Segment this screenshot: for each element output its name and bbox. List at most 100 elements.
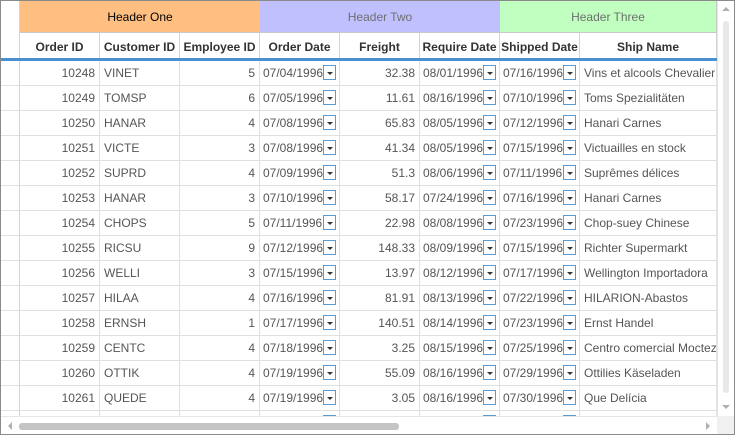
- dropdown-arrow-icon[interactable]: [323, 265, 336, 280]
- cell-require-date[interactable]: 08/05/1996: [420, 111, 500, 136]
- scroll-right-arrow-icon[interactable]: [706, 422, 710, 430]
- cell-order-id[interactable]: 10257: [20, 286, 100, 311]
- cell-shipped-date[interactable]: 07/29/1996: [500, 361, 580, 386]
- horizontal-scrollbar[interactable]: [1, 416, 717, 434]
- cell-shipped-date[interactable]: 07/16/1996: [500, 61, 580, 86]
- dropdown-arrow-icon[interactable]: [563, 240, 576, 255]
- dropdown-arrow-icon[interactable]: [563, 190, 576, 205]
- cell-require-date[interactable]: 08/16/1996: [420, 386, 500, 411]
- dropdown-arrow-icon[interactable]: [563, 165, 576, 180]
- dropdown-arrow-icon[interactable]: [483, 240, 496, 255]
- cell-ship-name[interactable]: Victuailles en stock: [580, 136, 717, 161]
- vertical-scroll-thumb[interactable]: [723, 21, 729, 393]
- dropdown-arrow-icon[interactable]: [483, 265, 496, 280]
- cell-employee-id[interactable]: 3: [180, 186, 260, 211]
- dropdown-arrow-icon[interactable]: [323, 190, 336, 205]
- cell-ship-name[interactable]: Que Delícia: [580, 386, 717, 411]
- column-header-employee-id[interactable]: Employee ID: [180, 33, 260, 60]
- dropdown-arrow-icon[interactable]: [563, 115, 576, 130]
- cell-customer-id[interactable]: CHOPS: [100, 211, 180, 236]
- row-header[interactable]: [1, 111, 20, 136]
- cell-employee-id[interactable]: 5: [180, 211, 260, 236]
- cell-customer-id[interactable]: RICSU: [100, 236, 180, 261]
- dropdown-arrow-icon[interactable]: [483, 190, 496, 205]
- cell-employee-id[interactable]: 6: [180, 86, 260, 111]
- cell-customer-id[interactable]: CENTC: [100, 336, 180, 361]
- cell-employee-id[interactable]: 3: [180, 136, 260, 161]
- scroll-down-arrow-icon[interactable]: [722, 405, 730, 409]
- cell-customer-id[interactable]: TOMSP: [100, 86, 180, 111]
- dropdown-arrow-icon[interactable]: [483, 365, 496, 380]
- dropdown-arrow-icon[interactable]: [323, 165, 336, 180]
- row-header[interactable]: [1, 361, 20, 386]
- cell-ship-name[interactable]: Vins et alcools Chevalier: [580, 61, 717, 86]
- cell-shipped-date[interactable]: 07/12/1996: [500, 111, 580, 136]
- cell-order-id[interactable]: 10256: [20, 261, 100, 286]
- column-header-require-date[interactable]: Require Date: [420, 33, 500, 60]
- cell-order-date[interactable]: 07/16/1996: [260, 286, 340, 311]
- cell-freight[interactable]: 140.51: [340, 311, 420, 336]
- dropdown-arrow-icon[interactable]: [563, 290, 576, 305]
- cell-freight[interactable]: 41.34: [340, 136, 420, 161]
- cell-order-id[interactable]: 10251: [20, 136, 100, 161]
- cell-customer-id[interactable]: WELLI: [100, 261, 180, 286]
- cell-freight[interactable]: 65.83: [340, 111, 420, 136]
- cell-order-id[interactable]: 10258: [20, 311, 100, 336]
- cell-require-date[interactable]: 07/24/1996: [420, 186, 500, 211]
- dropdown-arrow-icon[interactable]: [483, 65, 496, 80]
- scroll-up-arrow-icon[interactable]: [722, 7, 730, 11]
- cell-order-id[interactable]: 10254: [20, 211, 100, 236]
- stacked-header-one[interactable]: Header One: [20, 1, 261, 33]
- cell-order-id[interactable]: 10250: [20, 111, 100, 136]
- cell-freight[interactable]: 81.91: [340, 286, 420, 311]
- dropdown-arrow-icon[interactable]: [323, 315, 336, 330]
- cell-require-date[interactable]: 08/01/1996: [420, 61, 500, 86]
- cell-order-date[interactable]: 07/10/1996: [260, 186, 340, 211]
- cell-require-date[interactable]: 08/16/1996: [420, 361, 500, 386]
- cell-shipped-date[interactable]: 07/10/1996: [500, 86, 580, 111]
- cell-customer-id[interactable]: HANAR: [100, 111, 180, 136]
- cell-ship-name[interactable]: Chop-suey Chinese: [580, 211, 717, 236]
- cell-freight[interactable]: 13.97: [340, 261, 420, 286]
- dropdown-arrow-icon[interactable]: [563, 365, 576, 380]
- dropdown-arrow-icon[interactable]: [563, 265, 576, 280]
- cell-order-id[interactable]: 10261: [20, 386, 100, 411]
- cell-shipped-date[interactable]: 07/15/1996: [500, 136, 580, 161]
- row-header[interactable]: [1, 261, 20, 286]
- dropdown-arrow-icon[interactable]: [323, 90, 336, 105]
- cell-order-date[interactable]: 07/12/1996: [260, 236, 340, 261]
- cell-require-date[interactable]: 08/05/1996: [420, 136, 500, 161]
- cell-order-id[interactable]: 10255: [20, 236, 100, 261]
- cell-employee-id[interactable]: 4: [180, 111, 260, 136]
- cell-order-date[interactable]: 07/05/1996: [260, 86, 340, 111]
- dropdown-arrow-icon[interactable]: [563, 340, 576, 355]
- cell-require-date[interactable]: 08/14/1996: [420, 311, 500, 336]
- vertical-scrollbar[interactable]: [717, 1, 734, 416]
- cell-ship-name[interactable]: Ernst Handel: [580, 311, 717, 336]
- cell-freight[interactable]: 22.98: [340, 211, 420, 236]
- cell-ship-name[interactable]: Ottilies Käseladen: [580, 361, 717, 386]
- cell-freight[interactable]: 3.05: [340, 386, 420, 411]
- stacked-header-two[interactable]: Header Two: [260, 1, 501, 33]
- row-header[interactable]: [1, 161, 20, 186]
- dropdown-arrow-icon[interactable]: [323, 340, 336, 355]
- cell-employee-id[interactable]: 4: [180, 386, 260, 411]
- cell-employee-id[interactable]: 4: [180, 336, 260, 361]
- dropdown-arrow-icon[interactable]: [483, 215, 496, 230]
- cell-order-id[interactable]: 10249: [20, 86, 100, 111]
- cell-freight[interactable]: 3.25: [340, 336, 420, 361]
- dropdown-arrow-icon[interactable]: [563, 390, 576, 405]
- cell-shipped-date[interactable]: 07/16/1996: [500, 186, 580, 211]
- stacked-header-three[interactable]: Header Three: [500, 1, 717, 33]
- cell-order-date[interactable]: 07/18/1996: [260, 336, 340, 361]
- cell-ship-name[interactable]: Centro comercial Moctezuma: [580, 336, 717, 361]
- dropdown-arrow-icon[interactable]: [563, 140, 576, 155]
- dropdown-arrow-icon[interactable]: [323, 240, 336, 255]
- cell-require-date[interactable]: 08/08/1996: [420, 211, 500, 236]
- cell-employee-id[interactable]: 4: [180, 161, 260, 186]
- cell-shipped-date[interactable]: 07/15/1996: [500, 236, 580, 261]
- cell-employee-id[interactable]: 4: [180, 286, 260, 311]
- cell-require-date[interactable]: 08/15/1996: [420, 336, 500, 361]
- cell-freight[interactable]: 32.38: [340, 61, 420, 86]
- cell-customer-id[interactable]: VICTE: [100, 136, 180, 161]
